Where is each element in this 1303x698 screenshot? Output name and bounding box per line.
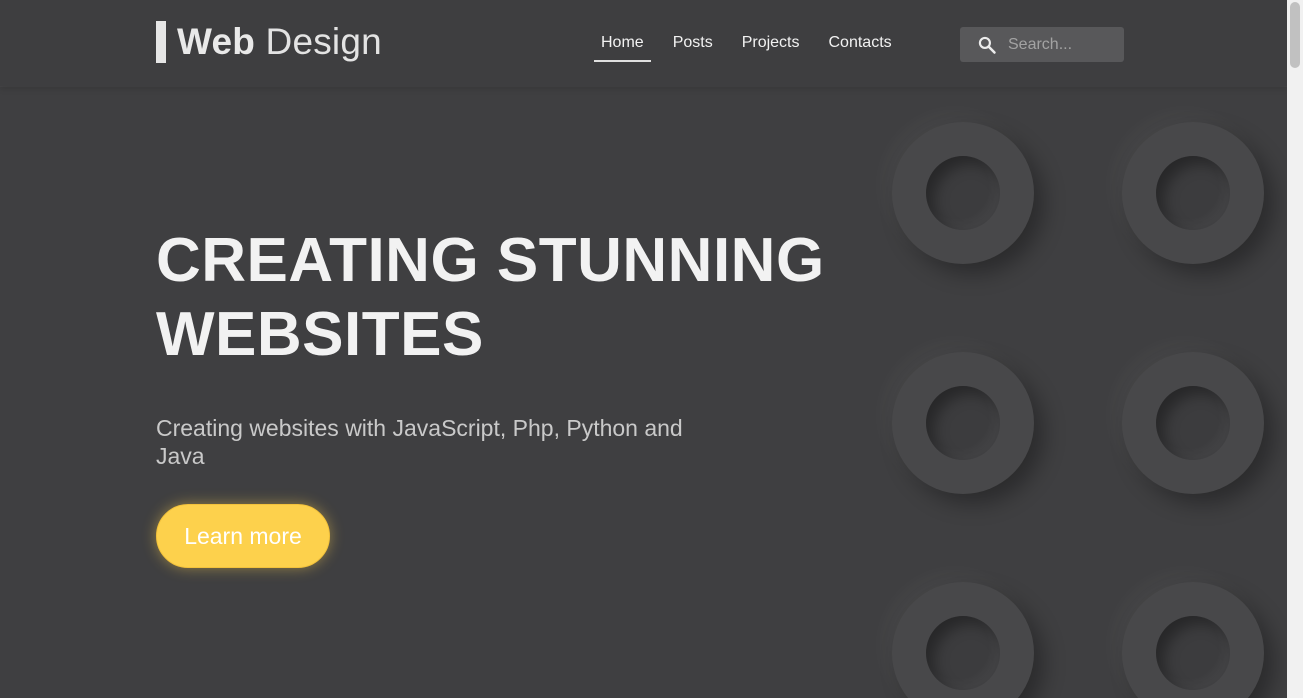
main-nav: Home Posts Projects Contacts (594, 24, 914, 64)
nav-item-posts[interactable]: Posts (666, 24, 720, 62)
scrollbar-thumb[interactable] (1290, 2, 1300, 68)
decorative-ring (1122, 352, 1264, 494)
search-icon[interactable] (977, 35, 997, 55)
logo-text: Web Design (177, 21, 382, 63)
vertical-scrollbar[interactable] (1287, 0, 1303, 698)
decorative-ring (892, 122, 1034, 264)
search-input[interactable] (1008, 35, 1118, 54)
page: Web Design Home Posts Projects Contacts … (0, 0, 1287, 698)
decorative-ring (1122, 122, 1264, 264)
nav-item-contacts[interactable]: Contacts (822, 24, 899, 62)
decorative-ring (1122, 582, 1264, 698)
decorative-ring (892, 352, 1034, 494)
decorative-ring (892, 582, 1034, 698)
nav-item-home[interactable]: Home (594, 24, 651, 62)
logo[interactable]: Web Design (156, 20, 382, 64)
learn-more-button[interactable]: Learn more (156, 504, 330, 568)
logo-word-bold: Web (177, 21, 256, 62)
hero-title-line-2: WEBSITES (156, 300, 484, 369)
hero-title-line-1: CREATING STUNNING (156, 226, 825, 295)
logo-word-light: Design (265, 21, 382, 62)
site-header: Web Design Home Posts Projects Contacts (0, 0, 1287, 86)
decorative-rings (860, 100, 1287, 698)
hero-title: CREATING STUNNING WEBSITES (156, 224, 856, 372)
search-box[interactable] (960, 27, 1124, 62)
logo-bar (156, 21, 166, 63)
nav-item-projects[interactable]: Projects (735, 24, 807, 62)
hero-subtitle: Creating websites with JavaScript, Php, … (156, 415, 683, 469)
